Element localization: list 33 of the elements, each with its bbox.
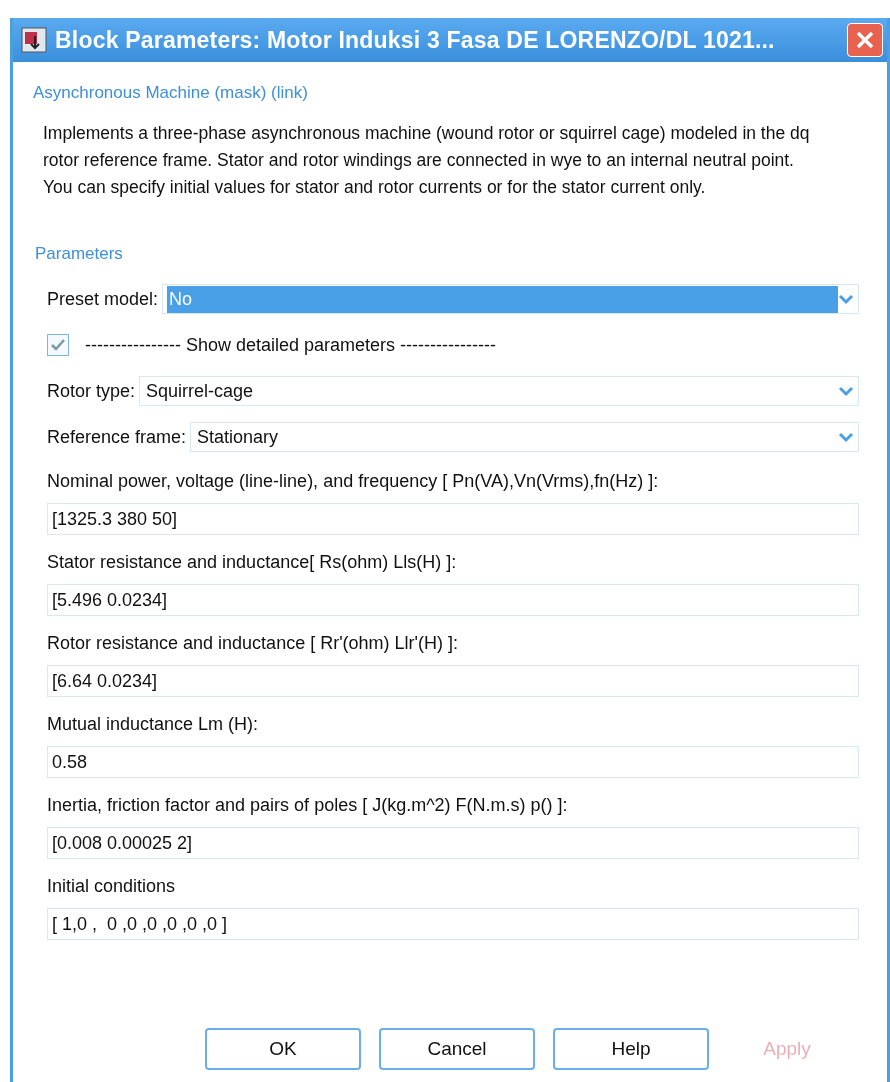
dialog-button[interactable]: Cancel [379,1028,535,1070]
field-label: Stator resistance and inductance[ Rs(ohm) Lls(H) ]: [47,551,458,574]
input-field[interactable]: [5.496 0.0234] [47,584,859,616]
close-icon [855,30,875,50]
dropdown[interactable]: Squirrel-cage [139,376,859,406]
input-field[interactable]: [6.64 0.0234] [47,665,859,697]
chevron-down-icon [838,385,854,397]
input-field[interactable]: [1325.3 380 50] [47,503,859,535]
chevron-down-icon [838,293,854,305]
field-label: Preset model: [47,287,159,311]
dialog-button[interactable]: OK [205,1028,361,1070]
field-label: Nominal power, voltage (line-line), and frequency [ Pn(VA),Vn(Vrms),fn(Hz) ]: [47,470,660,493]
section-title: Parameters [35,242,124,265]
dialog-button[interactable]: Help [553,1028,709,1070]
field-label: Reference frame: [47,425,187,449]
field-label: Rotor resistance and inductance [ Rr'(ohm) Llr'(H) ]: [47,632,460,655]
input-field[interactable]: [ 1,0 , 0 ,0 ,0 ,0 ,0 ,0 ] [47,908,859,940]
description-text: Implements a three-phase asynchronous machine (wound rotor or squirrel cage) modeled in the dq rotor reference frame. Stator and rotor windings are connected in wye to an internal neutral point. You can specify initial values for stator and rotor currents or for the stator current only. [43,121,811,199]
input-field[interactable]: [0.008 0.00025 2] [47,827,859,859]
dropdown[interactable]: Stationary [190,422,859,452]
field-label: Mutual inductance Lm (H): [47,713,260,736]
check-icon [50,338,66,352]
window-title: Block Parameters: Motor Induksi 3 Fasa DE LORENZO/DL 1021... [55,25,776,55]
field-label: Inertia, friction factor and pairs of poles [ J(kg.m^2) F(N.m.s) p() ]: [47,794,569,817]
field-label: Initial conditions [47,875,177,898]
chevron-down-icon [838,431,854,443]
field-label: Rotor type: [47,379,136,403]
mask-title: Asynchronous Machine (mask) (link) [33,82,309,104]
input-field[interactable]: 0.58 [47,746,859,778]
close-button[interactable] [847,23,883,57]
checkbox-label: ---------------- Show detailed parameters ---------------- [85,333,496,357]
app-icon [21,27,47,53]
checkbox[interactable] [47,334,69,356]
